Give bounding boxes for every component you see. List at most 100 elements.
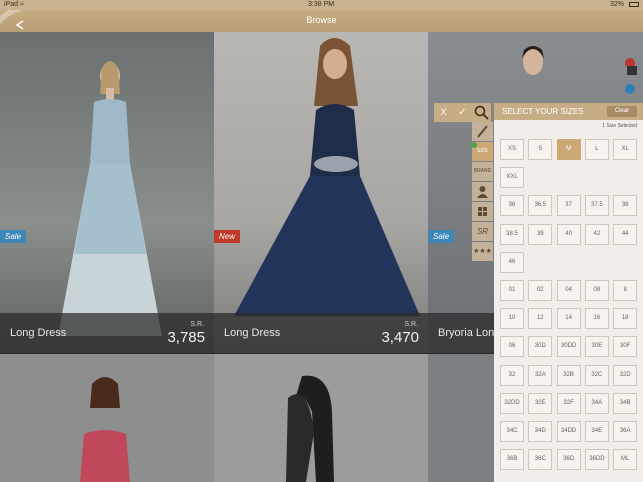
- dress-image: [80, 377, 130, 482]
- brand-filter-button[interactable]: BRAND: [472, 162, 493, 181]
- size-option[interactable]: 34DD: [556, 421, 581, 442]
- size-option[interactable]: ML: [613, 449, 638, 471]
- size-option[interactable]: 34E: [584, 421, 609, 442]
- info-dot-icon: [625, 84, 635, 94]
- dress-image: [58, 61, 162, 336]
- product-caption: Long Dress S.R. 3,470: [214, 313, 428, 353]
- search-icon: [474, 105, 489, 120]
- size-option[interactable]: 34D: [528, 421, 553, 442]
- person-icon: [477, 186, 488, 198]
- size-selection-panel: SELECT YOUR SIZES Clear 1 Size Selected …: [494, 103, 643, 482]
- rating-filter-button[interactable]: ★★★: [472, 242, 493, 261]
- size-option[interactable]: 36.5: [528, 195, 553, 217]
- dress-icon: [477, 125, 488, 138]
- size-option[interactable]: 30DD: [556, 336, 581, 358]
- product-price: 3,785: [167, 329, 205, 346]
- size-option[interactable]: 10: [500, 308, 524, 330]
- product-price: 3,470: [381, 329, 419, 346]
- size-option[interactable]: 34B: [613, 392, 638, 414]
- status-bar: iPad ≈ 3:38 PM 32%: [0, 0, 643, 10]
- size-option[interactable]: 36D: [556, 449, 581, 471]
- size-option[interactable]: 36DD: [584, 449, 609, 471]
- selected-count: 1 Size Selected: [602, 123, 637, 129]
- size-option[interactable]: 30E: [584, 336, 609, 358]
- size-option[interactable]: 32: [500, 364, 524, 386]
- product-name: Long Dress: [10, 327, 67, 339]
- battery-label: 32%: [610, 1, 625, 8]
- model-image: [522, 46, 544, 75]
- wifi-icon: ≈: [20, 1, 24, 8]
- size-option[interactable]: 08: [584, 280, 609, 301]
- size-option[interactable]: XS: [500, 139, 524, 160]
- price-filter-button[interactable]: SR: [472, 222, 493, 241]
- size-option[interactable]: 46: [500, 251, 524, 273]
- clear-button[interactable]: Clear: [607, 106, 637, 117]
- size-option[interactable]: 18: [613, 308, 638, 330]
- new-badge: New: [214, 230, 241, 243]
- size-option[interactable]: 36A: [613, 421, 638, 442]
- size-option[interactable]: 38: [613, 195, 638, 217]
- dress-filter-button[interactable]: [472, 122, 493, 141]
- product-card[interactable]: [214, 354, 428, 482]
- size-option[interactable]: 30D: [528, 336, 553, 358]
- rating-stars-icon: ★★★: [473, 248, 492, 255]
- size-option[interactable]: 34C: [500, 421, 524, 442]
- back-icon[interactable]: [14, 20, 26, 30]
- designer-filter-button[interactable]: [472, 182, 493, 201]
- size-option[interactable]: 39: [528, 223, 553, 245]
- size-option[interactable]: 36B: [500, 449, 524, 471]
- battery-icon: [629, 2, 639, 7]
- size-option[interactable]: 32D: [613, 364, 638, 386]
- size-option[interactable]: 32A: [528, 364, 553, 386]
- size-option[interactable]: 42: [584, 223, 609, 245]
- size-option[interactable]: 34A: [584, 392, 609, 414]
- size-option[interactable]: M: [556, 139, 581, 160]
- size-option[interactable]: 8: [613, 280, 638, 301]
- category-grid-icon: [478, 207, 487, 216]
- sale-badge: Sale: [428, 230, 455, 243]
- dress-image: [234, 38, 420, 316]
- size-option[interactable]: 06: [500, 336, 524, 358]
- size-option[interactable]: 37.5: [584, 195, 609, 217]
- size-option[interactable]: 32B: [556, 364, 581, 386]
- bag-icon[interactable]: [627, 66, 637, 75]
- active-filter-dot-icon: [471, 142, 477, 148]
- size-option[interactable]: 40: [556, 223, 581, 245]
- confirm-filter-button[interactable]: ✓: [453, 103, 472, 122]
- currency-label: S.R.: [404, 321, 418, 328]
- category-filter-button[interactable]: [472, 202, 493, 221]
- size-option[interactable]: 02: [528, 280, 553, 301]
- product-name: Long Dress: [224, 327, 281, 339]
- size-option[interactable]: 12: [528, 308, 553, 330]
- size-option[interactable]: 01: [500, 280, 524, 301]
- size-option[interactable]: S: [528, 139, 553, 160]
- search-button[interactable]: [472, 103, 491, 122]
- size-option[interactable]: 38.5: [500, 223, 524, 245]
- size-option[interactable]: 44: [613, 223, 638, 245]
- navigation-bar: Browse: [0, 10, 643, 32]
- size-option[interactable]: 14: [556, 308, 581, 330]
- product-card[interactable]: [0, 354, 214, 482]
- size-option[interactable]: 37: [556, 195, 581, 217]
- size-option[interactable]: 36: [500, 195, 524, 217]
- size-option[interactable]: 32C: [584, 364, 609, 386]
- device-label: iPad: [4, 1, 19, 8]
- page-title: Browse: [306, 15, 337, 25]
- size-option[interactable]: 32DD: [500, 392, 524, 414]
- size-option[interactable]: 32F: [556, 392, 581, 414]
- size-option[interactable]: XXL: [500, 167, 524, 189]
- product-caption: Long Dress S.R. 3,785: [0, 313, 214, 353]
- sale-badge: Sale: [0, 230, 27, 243]
- size-option[interactable]: 36C: [528, 449, 553, 471]
- size-option[interactable]: 30F: [613, 336, 638, 358]
- cancel-filter-button[interactable]: X: [434, 103, 453, 122]
- size-option[interactable]: XL: [613, 139, 638, 160]
- size-option[interactable]: L: [584, 139, 609, 160]
- size-option[interactable]: 16: [584, 308, 609, 330]
- product-card[interactable]: New Long Dress S.R. 3,470: [214, 32, 428, 353]
- size-option[interactable]: 32E: [528, 392, 553, 414]
- panel-header: SELECT YOUR SIZES Clear: [494, 103, 643, 120]
- panel-title: SELECT YOUR SIZES: [502, 107, 584, 116]
- size-option[interactable]: 04: [556, 280, 581, 301]
- product-card[interactable]: Sale Long Dress S.R. 3,785: [0, 32, 214, 353]
